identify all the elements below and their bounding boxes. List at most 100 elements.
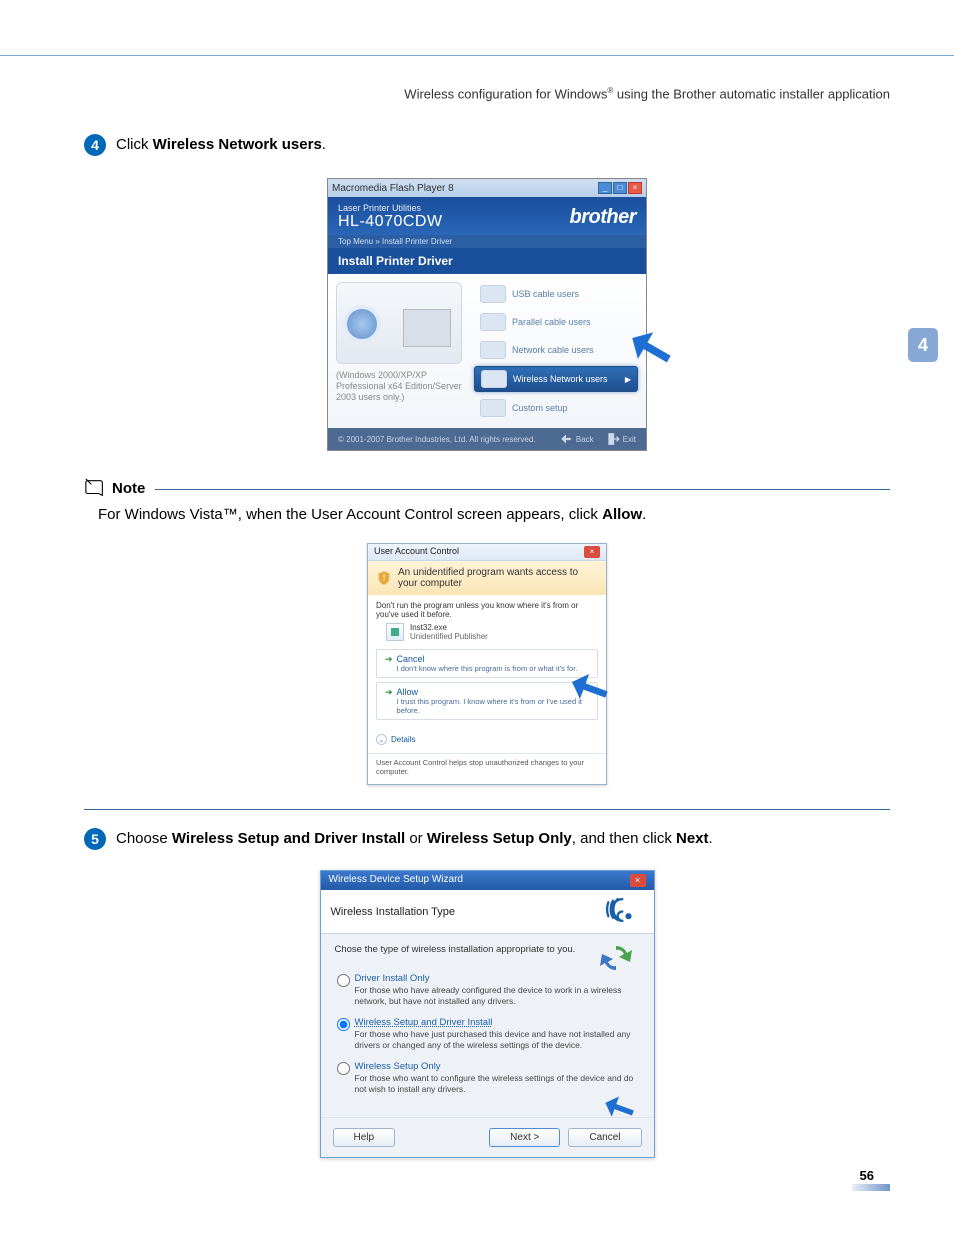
radio-setup-only[interactable] [337, 1062, 350, 1075]
page-top-rule [0, 55, 954, 56]
ss1-title: Macromedia Flash Player 8 [332, 183, 454, 194]
installer-opt-network[interactable]: Network cable users [474, 338, 638, 362]
maximize-icon[interactable]: □ [613, 182, 627, 194]
ss1-section-title: Install Printer Driver [328, 248, 646, 274]
ss1-titlebar: Macromedia Flash Player 8 _ □ × [328, 179, 646, 197]
step-number-badge: 5 [84, 828, 106, 850]
opt-label: Custom setup [512, 403, 568, 413]
uac-main-text: An unidentified program wants access to … [398, 567, 598, 589]
brother-logo: brother [570, 206, 637, 229]
uac-cancel-head: Cancel [397, 654, 578, 664]
opt-label: Wireless Network users [513, 374, 608, 384]
opt3-desc: For those who want to configure the wire… [355, 1073, 640, 1095]
uac-prog-name: Inst32.exe [410, 623, 488, 632]
uac-program-row: Inst32.exe Unidentified Publisher [386, 623, 598, 641]
ss1-header-sub: Laser Printer Utilities [338, 203, 443, 213]
wizard-heading: Wireless Installation Type [331, 906, 456, 918]
close-icon[interactable]: × [584, 546, 600, 558]
close-icon[interactable]: × [628, 182, 642, 194]
opt2-desc: For those who have just purchased this d… [355, 1029, 640, 1051]
installer-opt-custom[interactable]: Custom setup [474, 396, 638, 420]
refresh-arrows-icon [592, 940, 640, 976]
opt1-head: Driver Install Only [355, 973, 430, 984]
uac-title: User Account Control [374, 546, 459, 558]
step-text: Choose Wireless Setup and Driver Install… [116, 828, 713, 850]
printer-icon [403, 309, 451, 347]
uac-allow-desc: I trust this program. I know where it's … [397, 697, 589, 715]
cancel-button[interactable]: Cancel [568, 1128, 641, 1147]
note-post: . [642, 506, 646, 523]
wizard-opt-setup-and-driver[interactable]: Wireless Setup and Driver Install For th… [335, 1017, 640, 1051]
back-arrow-icon[interactable] [559, 432, 573, 446]
network-cable-icon [480, 341, 506, 359]
radio-setup-and-driver[interactable] [337, 1018, 350, 1031]
step-text: Click Wireless Network users. [116, 134, 326, 156]
running-header: Wireless configuration for Windows® usin… [404, 86, 890, 101]
usb-cable-icon [480, 285, 506, 303]
arrow-right-icon: ➔ [385, 687, 393, 698]
header-pre: Wireless configuration for Windows [404, 86, 607, 101]
close-icon[interactable]: × [630, 874, 646, 887]
opt-label: Parallel cable users [512, 317, 591, 327]
uac-cancel-option[interactable]: ➔ Cancel I don't know where this program… [376, 649, 598, 678]
ss1-body: (Windows 2000/XP/XP Professional x64 Edi… [328, 274, 646, 428]
wizard-body: Chose the type of wireless installation … [321, 934, 654, 1117]
installer-opt-wireless[interactable]: Wireless Network users ▶ [474, 366, 638, 392]
section-rule [84, 809, 890, 810]
next-button[interactable]: Next > [489, 1128, 560, 1147]
wizard-titlebar: Wireless Device Setup Wizard × [321, 871, 654, 890]
help-button[interactable]: Help [333, 1128, 396, 1147]
note-bold: Allow [602, 506, 642, 523]
wizard-header: Wireless Installation Type [321, 890, 654, 934]
uac-footer: User Account Control helps stop unauthor… [368, 753, 606, 784]
header-post: using the Brother automatic installer ap… [613, 86, 890, 101]
s5-b1: Wireless Setup and Driver Install [172, 830, 405, 847]
installer-opt-usb[interactable]: USB cable users [474, 282, 638, 306]
step-5: 5 Choose Wireless Setup and Driver Insta… [84, 828, 890, 850]
ss1-copyright: © 2001-2007 Brother Industries, Ltd. All… [338, 435, 536, 444]
wifi-signal-icon [582, 896, 644, 927]
wizard-opt-setup-only[interactable]: Wireless Setup Only For those who want t… [335, 1061, 640, 1095]
back-label[interactable]: Back [576, 435, 594, 444]
exit-label[interactable]: Exit [623, 435, 636, 444]
uac-body: Don't run the program unless you know wh… [368, 595, 606, 730]
note-rule [155, 489, 890, 490]
svg-text:!: ! [383, 573, 386, 583]
uac-details-label: Details [391, 735, 415, 744]
ss1-header: Laser Printer Utilities HL-4070CDW broth… [328, 197, 646, 235]
note-block: Note For Windows Vista™, when the User A… [84, 477, 890, 525]
uac-titlebar: User Account Control × [368, 544, 606, 561]
wizard-footer: Help Next > Cancel [321, 1117, 654, 1157]
minimize-icon[interactable]: _ [598, 182, 612, 194]
exit-door-icon[interactable] [606, 432, 620, 446]
s5-pre: Choose [116, 830, 172, 847]
wizard-opt-driver-only[interactable]: Driver Install Only For those who have a… [335, 973, 640, 1007]
page-decoration-bar [852, 1184, 890, 1191]
step-4: 4 Click Wireless Network users. [84, 134, 890, 156]
custom-setup-icon [480, 399, 506, 417]
radio-driver-only[interactable] [337, 974, 350, 987]
ss1-footer: © 2001-2007 Brother Industries, Ltd. All… [328, 428, 646, 450]
page-number: 56 [860, 1168, 874, 1183]
step-number: 4 [91, 137, 99, 153]
note-label: Note [112, 480, 145, 497]
s5-mid: or [405, 830, 427, 847]
step4-link: Wireless Network users [153, 136, 322, 153]
s5-end: . [709, 830, 713, 847]
step-number-badge: 4 [84, 134, 106, 156]
uac-main-banner: ! An unidentified program wants access t… [368, 561, 606, 595]
ss1-thumbnail [336, 282, 462, 364]
opt2-head: Wireless Setup and Driver Install [355, 1017, 493, 1028]
shield-warning-icon: ! [376, 570, 392, 586]
ss1-header-model: HL-4070CDW [338, 213, 443, 231]
chapter-tab: 4 [908, 328, 938, 362]
s5-post: , and then click [572, 830, 676, 847]
chevron-right-icon: ▶ [625, 375, 631, 384]
screenshot-wizard: Wireless Device Setup Wizard × Wireless … [320, 870, 655, 1158]
breadcrumb: Top Menu » Install Printer Driver [328, 235, 646, 248]
uac-details-toggle[interactable]: ⌄ Details [368, 730, 606, 749]
program-icon [386, 623, 404, 641]
opt1-desc: For those who have already configured th… [355, 985, 640, 1007]
installer-opt-parallel[interactable]: Parallel cable users [474, 310, 638, 334]
screenshot-installer: Macromedia Flash Player 8 _ □ × Laser Pr… [327, 178, 647, 451]
